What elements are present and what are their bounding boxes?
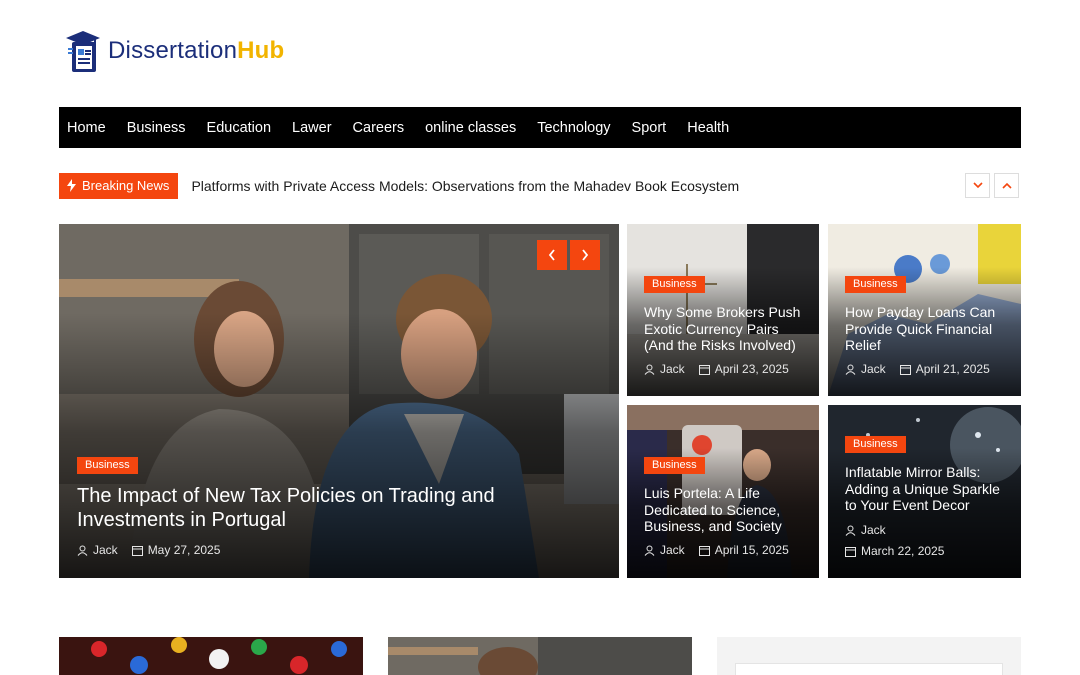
grid-post-card[interactable]: Business Inflatable Mirror Balls: Adding… bbox=[828, 405, 1021, 578]
grid-category-badge[interactable]: Business bbox=[845, 436, 906, 453]
user-icon bbox=[77, 545, 88, 556]
chevron-left-icon bbox=[548, 249, 555, 261]
nav-item-lawer[interactable]: Lawer bbox=[292, 120, 332, 136]
calendar-icon bbox=[698, 364, 710, 375]
grid-date: April 23, 2025 bbox=[714, 362, 789, 376]
breaking-news-headline[interactable]: Platforms with Private Access Models: Ob… bbox=[191, 178, 739, 194]
grid-date: April 21, 2025 bbox=[915, 362, 990, 376]
bottom-post-thumbnail[interactable] bbox=[59, 637, 363, 675]
site-logo[interactable]: DissertationHub bbox=[64, 28, 284, 74]
site-title: DissertationHub bbox=[108, 37, 285, 64]
chevron-up-icon bbox=[1001, 182, 1012, 189]
slider-next-button[interactable] bbox=[570, 240, 600, 270]
breaking-news-bar: Breaking News Platforms with Private Acc… bbox=[59, 172, 1021, 199]
featured-post-meta: Jack May 27, 2025 bbox=[77, 543, 234, 557]
calendar-icon bbox=[698, 545, 710, 556]
slider-prev-button[interactable] bbox=[537, 240, 567, 270]
grid-post-author-row: Jack bbox=[845, 523, 900, 537]
grid-post-meta: Jack April 21, 2025 bbox=[845, 362, 1004, 376]
grid-author[interactable]: Jack bbox=[861, 362, 886, 376]
bottom-post-image bbox=[388, 637, 692, 675]
ticker-prev-button[interactable] bbox=[994, 173, 1019, 198]
bolt-icon bbox=[67, 179, 76, 192]
grid-post-card[interactable]: Business Luis Portela: A Life Dedicated … bbox=[627, 405, 819, 578]
grid-post-title[interactable]: Why Some Brokers Push Exotic Currency Pa… bbox=[644, 304, 809, 354]
grid-post-card[interactable]: Business How Payday Loans Can Provide Qu… bbox=[828, 224, 1021, 396]
user-icon bbox=[845, 364, 856, 375]
grid-category-badge[interactable]: Business bbox=[644, 457, 705, 474]
nav-item-home[interactable]: Home bbox=[67, 120, 106, 136]
main-nav: Home Business Education Lawer Careers on… bbox=[59, 107, 1021, 148]
breaking-news-label: Breaking News bbox=[59, 172, 179, 199]
nav-item-sport[interactable]: Sport bbox=[632, 120, 667, 136]
calendar-icon bbox=[845, 546, 856, 557]
user-icon bbox=[845, 525, 856, 536]
grid-date: March 22, 2025 bbox=[861, 544, 945, 558]
nav-item-business[interactable]: Business bbox=[127, 120, 186, 136]
featured-post-title[interactable]: The Impact of New Tax Policies on Tradin… bbox=[77, 485, 547, 532]
user-icon bbox=[644, 545, 655, 556]
calendar-icon bbox=[131, 545, 143, 556]
sidebar-search-box[interactable] bbox=[735, 663, 1003, 675]
grid-category-badge[interactable]: Business bbox=[644, 276, 705, 293]
user-icon bbox=[644, 364, 655, 375]
sidebar-widget bbox=[717, 637, 1021, 675]
grid-date: April 15, 2025 bbox=[714, 543, 789, 557]
featured-category-badge[interactable]: Business bbox=[77, 457, 138, 474]
grid-category-badge[interactable]: Business bbox=[845, 276, 906, 293]
bottom-post-thumbnail[interactable] bbox=[388, 637, 692, 675]
grid-post-title[interactable]: Luis Portela: A Life Dedicated to Scienc… bbox=[644, 485, 804, 535]
featured-author[interactable]: Jack bbox=[93, 543, 118, 557]
nav-item-online-classes[interactable]: online classes bbox=[425, 120, 516, 136]
bottom-post-image bbox=[59, 637, 363, 675]
grid-post-title[interactable]: How Payday Loans Can Provide Quick Finan… bbox=[845, 304, 1010, 354]
grid-post-meta: Jack April 23, 2025 bbox=[644, 362, 803, 376]
calendar-icon bbox=[899, 364, 911, 375]
grid-post-meta: Jack April 15, 2025 bbox=[644, 543, 803, 557]
grid-author[interactable]: Jack bbox=[660, 543, 685, 557]
featured-date: May 27, 2025 bbox=[147, 543, 221, 557]
chevron-right-icon bbox=[582, 249, 589, 261]
featured-post-card[interactable]: Business The Impact of New Tax Policies … bbox=[59, 224, 619, 578]
graduation-cap-document-icon bbox=[64, 28, 102, 74]
grid-author[interactable]: Jack bbox=[861, 523, 886, 537]
nav-item-education[interactable]: Education bbox=[207, 120, 272, 136]
nav-item-health[interactable]: Health bbox=[687, 120, 729, 136]
nav-item-technology[interactable]: Technology bbox=[537, 120, 610, 136]
ticker-next-button[interactable] bbox=[965, 173, 990, 198]
chevron-down-icon bbox=[972, 182, 983, 189]
grid-post-title[interactable]: Inflatable Mirror Balls: Adding a Unique… bbox=[845, 464, 1005, 514]
grid-post-date-row: March 22, 2025 bbox=[845, 544, 958, 558]
nav-item-careers[interactable]: Careers bbox=[353, 120, 405, 136]
breaking-news-label-text: Breaking News bbox=[82, 178, 170, 193]
grid-post-card[interactable]: Business Why Some Brokers Push Exotic Cu… bbox=[627, 224, 819, 396]
grid-author[interactable]: Jack bbox=[660, 362, 685, 376]
